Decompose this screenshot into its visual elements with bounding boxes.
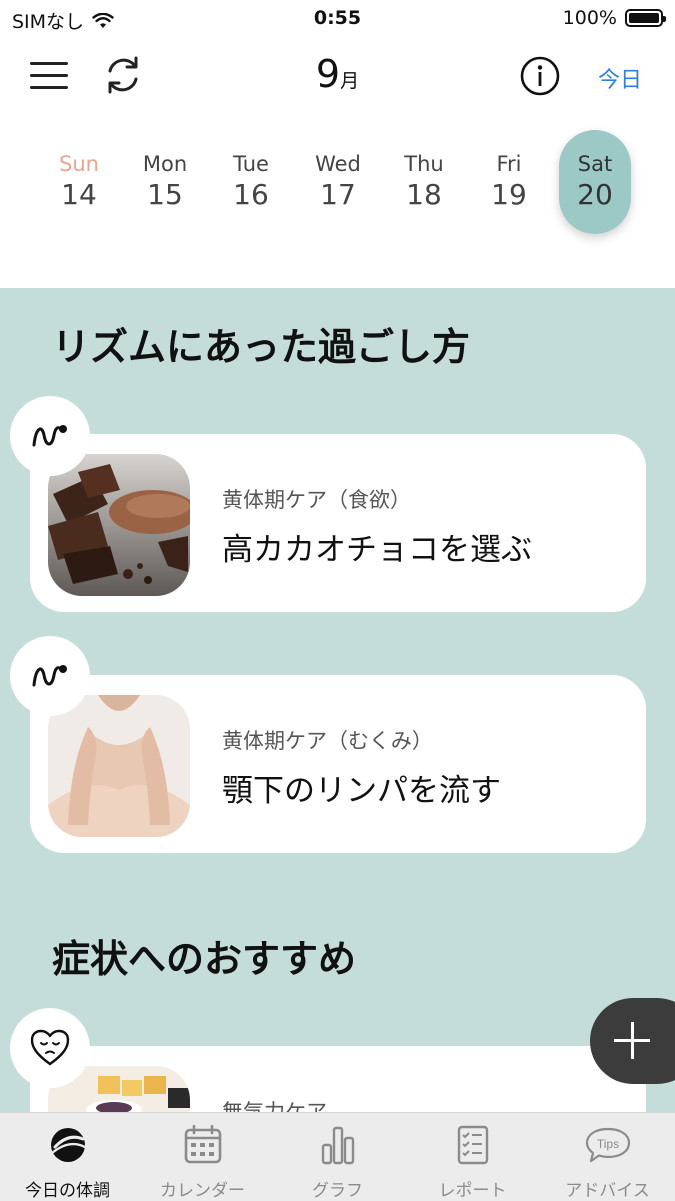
- tips-icon-text: Tips: [597, 1137, 619, 1151]
- tab-label: レポート: [438, 1181, 507, 1201]
- today-icon: [50, 1128, 87, 1162]
- status-bar: SIMなし 0:55 100%: [0, 0, 675, 38]
- day-date: 14: [61, 178, 97, 211]
- symptom-section-title: 症状へのおすすめ: [52, 937, 357, 981]
- symptom-badge: [10, 1008, 90, 1088]
- card-title: 顎下のリンパを流す: [222, 773, 501, 809]
- rhythm-wave-icon: [32, 425, 67, 447]
- month-number: 9: [315, 52, 341, 96]
- day-name: Mon: [142, 152, 188, 176]
- tab-label: グラフ: [312, 1181, 363, 1201]
- tab-label: アドバイス: [565, 1181, 650, 1201]
- day-sat-selected[interactable]: Sat 20: [559, 130, 631, 234]
- rhythm-section-title: リズムにあった過ごし方: [52, 325, 471, 369]
- week-strip: Sun 14 Mon 15 Tue 16 Wed 17 Thu 18 Fri 1…: [0, 130, 675, 240]
- tab-calendar[interactable]: カレンダー: [135, 1113, 270, 1201]
- battery-percent: 100%: [562, 7, 617, 29]
- month-title: 9月: [0, 52, 675, 96]
- add-button[interactable]: [590, 998, 675, 1084]
- day-name: Sat: [577, 152, 613, 176]
- day-thu[interactable]: Thu 18: [388, 130, 460, 234]
- day-date: 16: [233, 178, 269, 211]
- day-wed[interactable]: Wed 17: [302, 130, 374, 234]
- battery-icon: [625, 9, 666, 27]
- tab-bar: 今日の体調 カレンダー グラフ レポート Tips アドバイス: [0, 1112, 675, 1201]
- day-fri[interactable]: Fri 19: [473, 130, 545, 234]
- rhythm-badge: [10, 396, 90, 476]
- tab-label: 今日の体調: [25, 1181, 110, 1201]
- day-tue[interactable]: Tue 16: [215, 130, 287, 234]
- content-panel: リズムにあった過ごし方 黄体期ケア（食欲） 高カカオチョコを選ぶ 黄体期ケア（む…: [0, 288, 675, 1118]
- advice-card-lymph[interactable]: 黄体期ケア（むくみ） 顎下のリンパを流す: [30, 675, 646, 853]
- day-name: Sun: [59, 152, 99, 176]
- card-category: 黄体期ケア（むくみ）: [222, 729, 433, 753]
- tips-icon: Tips: [585, 1127, 631, 1163]
- day-name: Tue: [233, 152, 269, 176]
- graph-icon: [321, 1126, 355, 1165]
- tired-heart-icon: [30, 1029, 70, 1066]
- card-title: 高カカオチョコを選ぶ: [222, 532, 532, 568]
- rhythm-badge: [10, 636, 90, 716]
- month-unit: 月: [340, 70, 360, 92]
- day-sun[interactable]: Sun 14: [43, 130, 115, 234]
- day-date: 18: [406, 178, 442, 211]
- tab-graph[interactable]: グラフ: [270, 1113, 405, 1201]
- chocolate-image: [48, 454, 190, 596]
- day-date: 19: [491, 178, 527, 211]
- advice-card-chocolate[interactable]: 黄体期ケア（食欲） 高カカオチョコを選ぶ: [30, 434, 646, 612]
- header: 9月 今日: [0, 40, 675, 112]
- info-icon[interactable]: [520, 56, 560, 96]
- neck-massage-image: [48, 695, 190, 837]
- report-icon: [457, 1125, 489, 1165]
- advice-card-lethargy[interactable]: 無気力ケア: [30, 1046, 646, 1118]
- tab-report[interactable]: レポート: [405, 1113, 540, 1201]
- card-category: 黄体期ケア（食欲）: [222, 488, 411, 512]
- status-right: 100%: [562, 7, 666, 29]
- rhythm-wave-icon: [32, 665, 67, 687]
- day-name: Thu: [404, 152, 444, 176]
- tab-label: カレンダー: [160, 1181, 245, 1201]
- tab-today[interactable]: 今日の体調: [0, 1113, 135, 1201]
- day-name: Wed: [315, 152, 361, 176]
- day-date: 15: [147, 178, 183, 211]
- tab-advice[interactable]: Tips アドバイス: [540, 1113, 675, 1201]
- day-date: 20: [577, 178, 613, 211]
- day-date: 17: [320, 178, 356, 211]
- calendar-icon: [184, 1125, 222, 1164]
- today-button[interactable]: 今日: [598, 62, 642, 94]
- day-mon[interactable]: Mon 15: [129, 130, 201, 234]
- day-name: Fri: [496, 152, 522, 176]
